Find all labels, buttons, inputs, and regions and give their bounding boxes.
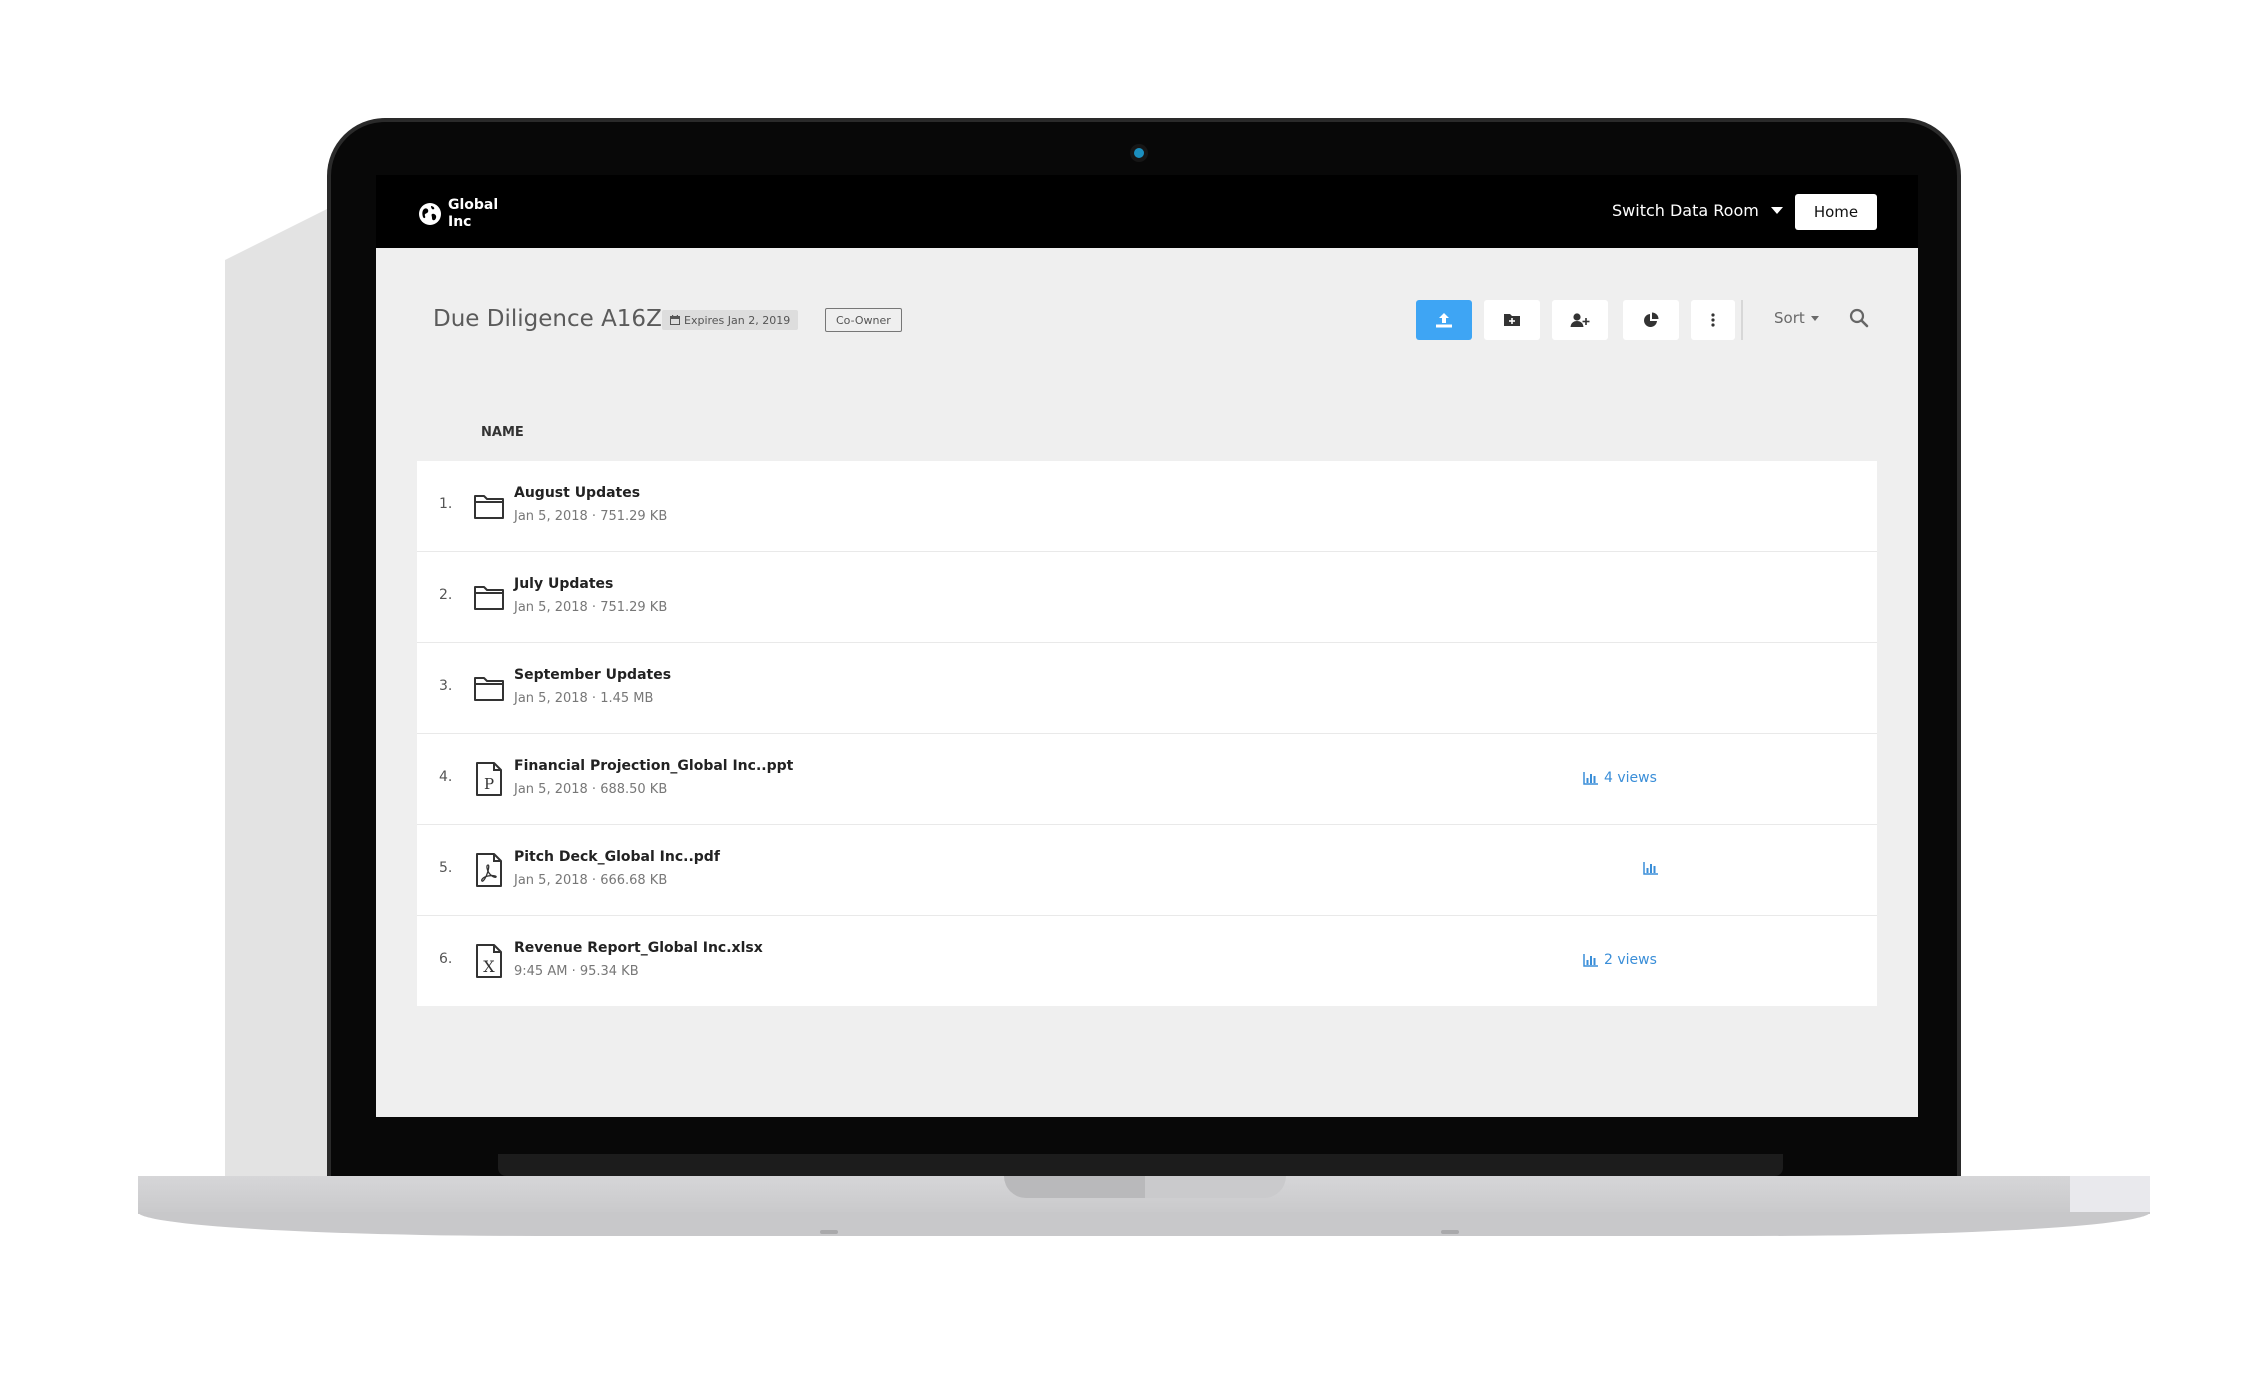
pie-chart-icon xyxy=(1644,312,1659,327)
row-number: 6. xyxy=(439,951,453,967)
toolbar-divider xyxy=(1741,300,1743,340)
file-name[interactable]: July Updates xyxy=(514,576,613,592)
switch-data-room-dropdown[interactable]: Switch Data Room xyxy=(1612,201,1783,220)
more-options-button[interactable] xyxy=(1691,300,1735,340)
folder-icon xyxy=(474,495,504,519)
upload-button[interactable] xyxy=(1416,300,1472,340)
file-meta: Jan 5, 2018 · 1.45 MB xyxy=(514,691,654,706)
bar-chart-icon xyxy=(1583,954,1598,967)
brand-logo[interactable]: Global Inc xyxy=(418,197,508,231)
table-row[interactable]: 4. P Financial Projection_Global Inc..pp… xyxy=(417,734,1877,825)
more-vertical-icon xyxy=(1711,313,1715,327)
file-name[interactable]: Pitch Deck_Global Inc..pdf xyxy=(514,849,720,865)
analytics-button[interactable] xyxy=(1623,300,1679,340)
pdf-file-icon xyxy=(476,853,502,887)
webcam xyxy=(1134,148,1144,158)
file-meta: Jan 5, 2018 · 751.29 KB xyxy=(514,600,668,615)
folder-icon xyxy=(474,677,504,701)
row-number: 3. xyxy=(439,678,453,694)
chevron-down-icon xyxy=(1810,315,1819,321)
expiry-badge: Expires Jan 2, 2019 xyxy=(662,310,799,330)
row-number: 4. xyxy=(439,769,453,785)
bar-chart-icon xyxy=(1583,772,1598,785)
new-folder-icon xyxy=(1504,314,1520,326)
file-name[interactable]: Revenue Report_Global Inc.xlsx xyxy=(514,940,763,956)
add-user-icon xyxy=(1570,313,1590,327)
row-number: 5. xyxy=(439,860,453,876)
laptop-notch xyxy=(1004,1176,1286,1198)
file-meta: 9:45 AM · 95.34 KB xyxy=(514,964,639,979)
row-number: 1. xyxy=(439,496,453,512)
sort-dropdown[interactable]: Sort xyxy=(1774,309,1819,327)
chevron-down-icon xyxy=(1770,207,1783,214)
switch-data-room-label: Switch Data Room xyxy=(1612,201,1759,220)
brand-name: Global Inc xyxy=(448,197,499,230)
upload-icon xyxy=(1436,313,1452,328)
search-icon[interactable] xyxy=(1848,307,1870,329)
home-button[interactable]: Home xyxy=(1795,194,1877,230)
folder-icon xyxy=(474,586,504,610)
file-meta: Jan 5, 2018 · 666.68 KB xyxy=(514,873,668,888)
svg-text:X: X xyxy=(483,957,495,976)
add-user-button[interactable] xyxy=(1552,300,1608,340)
excel-file-icon: X xyxy=(476,944,502,978)
view-count: 2 views xyxy=(1604,952,1657,968)
expiry-label: Expires Jan 2, 2019 xyxy=(684,313,791,327)
calendar-icon xyxy=(670,315,680,325)
view-count: 4 views xyxy=(1604,770,1657,786)
view-stats-link[interactable] xyxy=(1643,861,1659,875)
file-meta: Jan 5, 2018 · 751.29 KB xyxy=(514,509,668,524)
app-screen: Global Inc Switch Data Room Home Due Dil… xyxy=(376,175,1918,1117)
table-row[interactable]: 2. July Updates Jan 5, 2018 · 751.29 KB xyxy=(417,552,1877,643)
table-row[interactable]: 5. Pitch Deck_Global Inc..pdf Jan 5, 201… xyxy=(417,825,1877,916)
file-name[interactable]: Financial Projection_Global Inc..ppt xyxy=(514,758,793,774)
table-row[interactable]: 6. X Revenue Report_Global Inc.xlsx 9:45… xyxy=(417,916,1877,1006)
table-row[interactable]: 3. September Updates Jan 5, 2018 · 1.45 … xyxy=(417,643,1877,734)
file-name[interactable]: September Updates xyxy=(514,667,671,683)
sort-label: Sort xyxy=(1774,309,1805,327)
laptop-foot xyxy=(1441,1230,1459,1234)
top-navbar: Global Inc Switch Data Room Home xyxy=(376,175,1918,248)
laptop-foot xyxy=(820,1230,838,1234)
file-list: 1. August Updates Jan 5, 2018 · 751.29 K… xyxy=(417,461,1877,1006)
svg-text:P: P xyxy=(484,775,494,793)
file-name[interactable]: August Updates xyxy=(514,485,640,501)
view-stats-link[interactable]: 2 views xyxy=(1583,952,1657,968)
bar-chart-icon xyxy=(1643,862,1658,875)
view-stats-link[interactable]: 4 views xyxy=(1583,770,1657,786)
laptop-base-bottom xyxy=(138,1212,2150,1236)
column-header-name[interactable]: NAME xyxy=(481,425,524,440)
role-badge: Co-Owner xyxy=(825,308,902,332)
laptop-hinge xyxy=(498,1154,1783,1176)
file-meta: Jan 5, 2018 · 688.50 KB xyxy=(514,782,668,797)
laptop-base-edge xyxy=(2070,1176,2150,1212)
new-folder-button[interactable] xyxy=(1484,300,1540,340)
table-row[interactable]: 1. August Updates Jan 5, 2018 · 751.29 K… xyxy=(417,461,1877,552)
page-title: Due Diligence A16Z xyxy=(433,306,662,332)
globe-icon xyxy=(419,203,441,225)
row-number: 2. xyxy=(439,587,453,603)
ppt-file-icon: P xyxy=(476,762,502,796)
